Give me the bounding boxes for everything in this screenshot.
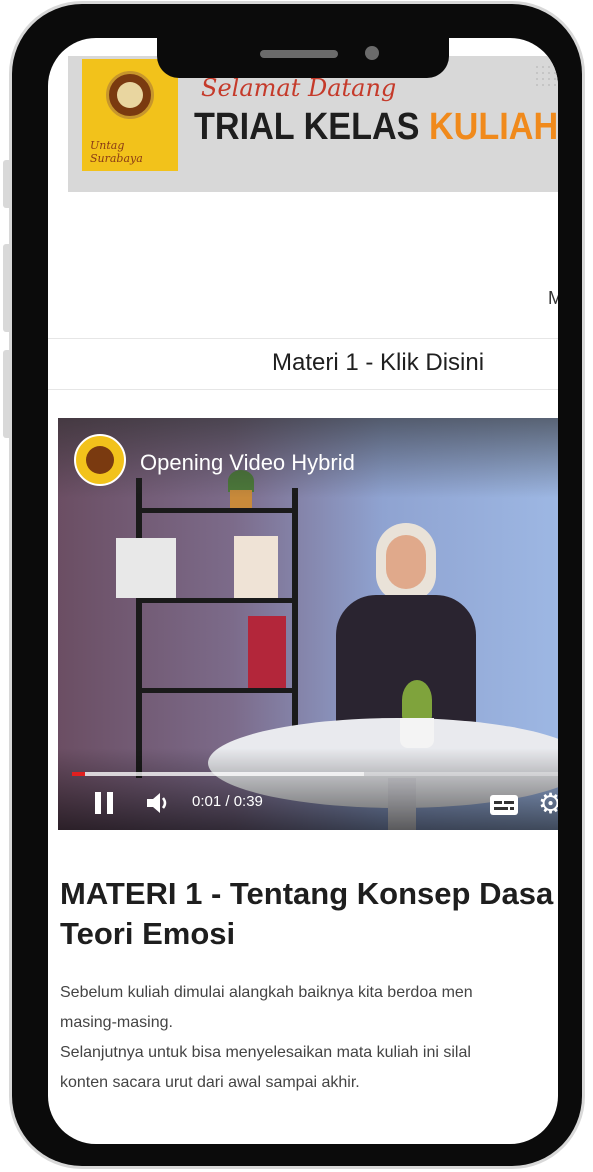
heading-line-1: MATERI 1 - Tentang Konsep Dasa bbox=[60, 876, 554, 911]
heading-line-2: Teori Emosi bbox=[60, 916, 236, 951]
phone-volume-down-button bbox=[3, 350, 12, 438]
description-line-2: masing-masing. bbox=[60, 1014, 173, 1031]
volume-icon[interactable] bbox=[144, 788, 174, 823]
video-time: 0:01 / 0:39 bbox=[192, 793, 263, 810]
progress-buffered bbox=[72, 772, 364, 776]
university-logo: Untag Surabaya bbox=[82, 59, 178, 171]
banner-title-accent: KULIAH H bbox=[428, 106, 558, 148]
logo-script-text: Untag Surabaya bbox=[90, 139, 143, 165]
description-line-3: Selanjutnya untuk bisa menyelesaikan mat… bbox=[60, 1044, 471, 1061]
settings-gear-icon[interactable]: ⚙ bbox=[538, 790, 558, 818]
nav-text-cut[interactable]: M bbox=[548, 288, 558, 309]
front-camera bbox=[365, 46, 379, 60]
materi-link[interactable]: Materi 1 - Klik Disini bbox=[272, 349, 484, 377]
banner-title: TRIAL KELAS KULIAH H bbox=[194, 106, 558, 149]
channel-logo-icon[interactable] bbox=[74, 434, 126, 486]
captions-icon[interactable] bbox=[490, 795, 518, 815]
materi-heading: MATERI 1 - Tentang Konsep Dasa Teori Emo… bbox=[60, 874, 558, 954]
description-line-1: Sebelum kuliah dimulai alangkah baiknya … bbox=[60, 984, 473, 1001]
speaker-grille bbox=[260, 50, 338, 58]
materi-link-bar[interactable]: Materi 1 - Klik Disini bbox=[48, 338, 558, 390]
banner-welcome-text: Selamat Datang bbox=[201, 74, 397, 102]
phone-volume-up-button bbox=[3, 244, 12, 332]
pause-icon[interactable] bbox=[95, 792, 115, 814]
video-player[interactable]: Opening Video Hybrid 0:01 / 0:39 ⚙ bbox=[58, 418, 558, 830]
phone-screen: Untag Surabaya Selamat Datang TRIAL KELA… bbox=[48, 38, 558, 1144]
video-title[interactable]: Opening Video Hybrid bbox=[140, 450, 355, 476]
progress-played bbox=[72, 772, 85, 776]
materi-description: Sebelum kuliah dimulai alangkah baiknya … bbox=[60, 978, 558, 1098]
phone-side-button bbox=[3, 160, 12, 208]
banner-title-dark: TRIAL KELAS bbox=[194, 106, 429, 148]
description-line-4: konten sacara urut dari awal sampai akhi… bbox=[60, 1074, 360, 1091]
phone-notch bbox=[157, 38, 449, 78]
decorative-dots bbox=[534, 64, 558, 90]
video-progress-bar[interactable] bbox=[72, 772, 558, 776]
